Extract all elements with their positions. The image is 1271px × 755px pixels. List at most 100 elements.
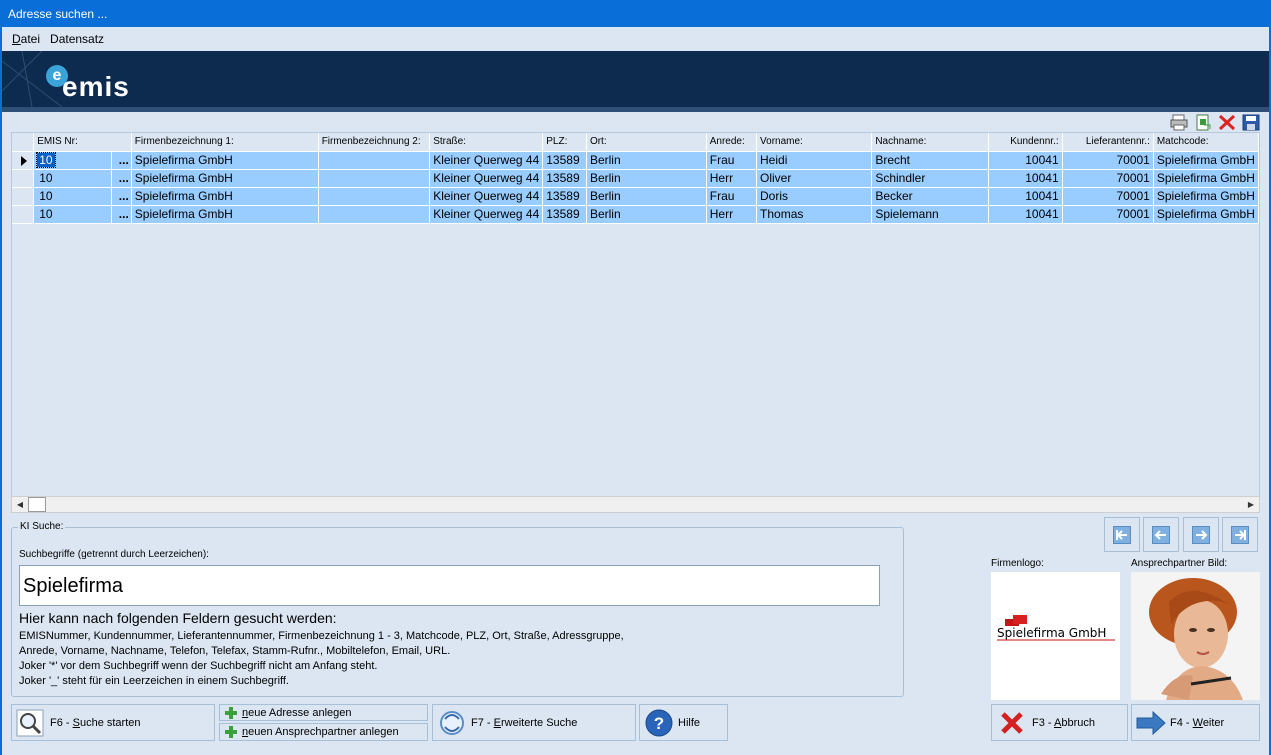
cell-ellipsis-button[interactable]: ...	[111, 187, 132, 206]
hilfe-button[interactable]: ? Hilfe	[639, 704, 728, 741]
cell-emis[interactable]: 10	[33, 205, 113, 224]
cell-ort[interactable]: Berlin	[586, 205, 707, 224]
export-icon[interactable]	[1192, 113, 1213, 132]
table-row[interactable]: 10 ... Spielefirma GmbH Kleiner Querweg …	[12, 205, 1259, 224]
nav-next-button[interactable]	[1183, 517, 1219, 552]
cell-kundennr[interactable]: 10041	[988, 169, 1063, 188]
neue-adresse-anlegen-button[interactable]: neue Adresse anlegen	[219, 704, 428, 721]
nav-last-button[interactable]	[1222, 517, 1258, 552]
col-header-vorname[interactable]: Vorname:	[756, 133, 873, 152]
print-icon[interactable]	[1168, 113, 1189, 132]
cell-strasse[interactable]: Kleiner Querweg 44	[429, 151, 544, 170]
col-header-nachname[interactable]: Nachname:	[871, 133, 990, 152]
col-header-matchcode[interactable]: Matchcode:	[1153, 133, 1259, 152]
cell-emis[interactable]: 10	[33, 169, 113, 188]
cell-firma2[interactable]	[318, 169, 431, 188]
cell-vorname[interactable]: Heidi	[756, 151, 873, 170]
cell-nachname[interactable]: Schindler	[871, 169, 990, 188]
cell-emis[interactable]: 10	[33, 151, 113, 170]
cell-firma2[interactable]	[318, 205, 431, 224]
col-header-lieferantennr[interactable]: Lieferantennr.:	[1062, 133, 1154, 152]
col-header-anrede[interactable]: Anrede:	[706, 133, 758, 152]
cell-plz[interactable]: 13589	[542, 151, 587, 170]
cell-matchcode[interactable]: Spielefirma GmbH	[1153, 187, 1259, 206]
cell-strasse[interactable]: Kleiner Querweg 44	[429, 187, 544, 206]
cell-matchcode[interactable]: Spielefirma GmbH	[1153, 169, 1259, 188]
row-selector[interactable]	[12, 187, 35, 206]
cell-nachname[interactable]: Spielemann	[871, 205, 990, 224]
cell-vorname[interactable]: Thomas	[756, 205, 873, 224]
weiter-button[interactable]: F4 - Weiter	[1131, 704, 1260, 741]
cell-emis[interactable]: 10	[33, 187, 113, 206]
cell-ellipsis-button[interactable]: ...	[111, 205, 132, 224]
address-grid[interactable]: EMIS Nr: Firmenbezeichnung 1: Firmenbeze…	[11, 132, 1260, 513]
cell-ort[interactable]: Berlin	[586, 187, 707, 206]
cell-strasse[interactable]: Kleiner Querweg 44	[429, 205, 544, 224]
cell-plz[interactable]: 13589	[542, 187, 587, 206]
row-selector[interactable]	[12, 205, 35, 224]
neuen-ansprechpartner-anlegen-button[interactable]: neuen Ansprechpartner anlegen	[219, 723, 428, 741]
menu-datensatz[interactable]: Datensatz	[50, 32, 104, 46]
cell-nachname[interactable]: Becker	[871, 187, 990, 206]
nav-first-button[interactable]	[1104, 517, 1140, 552]
cell-kundennr[interactable]: 10041	[988, 187, 1063, 206]
col-header-ort[interactable]: Ort:	[586, 133, 707, 152]
cell-anrede[interactable]: Herr	[706, 205, 758, 224]
abbruch-button[interactable]: F3 - Abbruch	[991, 704, 1128, 741]
erweiterte-suche-button[interactable]: F7 - Erweiterte Suche	[432, 704, 636, 741]
cell-anrede[interactable]: Frau	[706, 151, 758, 170]
table-row[interactable]: 10 ... Spielefirma GmbH Kleiner Querweg …	[12, 151, 1259, 170]
row-selector[interactable]	[12, 151, 35, 170]
cell-anrede[interactable]: Herr	[706, 169, 758, 188]
cell-matchcode[interactable]: Spielefirma GmbH	[1153, 205, 1259, 224]
scroll-thumb[interactable]	[28, 497, 46, 512]
cell-vorname[interactable]: Oliver	[756, 169, 873, 188]
menu-datei[interactable]: Datei	[12, 32, 40, 46]
col-header-firma1[interactable]: Firmenbezeichnung 1:	[131, 133, 319, 152]
ki-suche-legend: KI Suche:	[18, 521, 66, 532]
grid-horizontal-scrollbar[interactable]: ◀ ▶	[11, 496, 1260, 513]
cell-lieferantennr[interactable]: 70001	[1062, 187, 1154, 206]
scroll-left-icon[interactable]: ◀	[12, 497, 28, 512]
save-icon[interactable]	[1240, 113, 1261, 132]
cell-vorname[interactable]: Doris	[756, 187, 873, 206]
cell-ort[interactable]: Berlin	[586, 151, 707, 170]
cell-lieferantennr[interactable]: 70001	[1062, 205, 1154, 224]
suchbegriffe-input[interactable]: Spielefirma	[19, 565, 880, 606]
nav-prev-button[interactable]	[1143, 517, 1179, 552]
cell-firma1[interactable]: Spielefirma GmbH	[131, 205, 319, 224]
cell-lieferantennr[interactable]: 70001	[1062, 169, 1154, 188]
col-header-kundennr[interactable]: Kundennr.:	[988, 133, 1063, 152]
cell-anrede[interactable]: Frau	[706, 187, 758, 206]
cell-kundennr[interactable]: 10041	[988, 151, 1063, 170]
col-header-emis[interactable]: EMIS Nr:	[33, 133, 132, 152]
cell-firma2[interactable]	[318, 187, 431, 206]
cell-firma1[interactable]: Spielefirma GmbH	[131, 187, 319, 206]
col-header-plz[interactable]: PLZ:	[542, 133, 587, 152]
cell-ellipsis-button[interactable]: ...	[111, 169, 132, 188]
delete-icon[interactable]	[1216, 113, 1237, 132]
ansprechpartner-photo[interactable]	[1131, 572, 1260, 700]
search-help-line: Joker '_' steht für ein Leerzeichen in e…	[19, 675, 289, 687]
cell-kundennr[interactable]: 10041	[988, 205, 1063, 224]
cell-ort[interactable]: Berlin	[586, 169, 707, 188]
cell-ellipsis-button[interactable]: ...	[111, 151, 132, 170]
scroll-right-icon[interactable]: ▶	[1243, 497, 1259, 512]
cell-plz[interactable]: 13589	[542, 205, 587, 224]
table-row[interactable]: 10 ... Spielefirma GmbH Kleiner Querweg …	[12, 169, 1259, 188]
cell-matchcode[interactable]: Spielefirma GmbH	[1153, 151, 1259, 170]
cell-firma2[interactable]	[318, 151, 431, 170]
cell-nachname[interactable]: Brecht	[871, 151, 990, 170]
suche-starten-button[interactable]: F6 - Suche starten	[11, 704, 215, 741]
search-help-text: EMISNummer, Kundennummer, Lieferantennum…	[19, 629, 899, 689]
cell-plz[interactable]: 13589	[542, 169, 587, 188]
cell-strasse[interactable]: Kleiner Querweg 44	[429, 169, 544, 188]
cell-firma1[interactable]: Spielefirma GmbH	[131, 169, 319, 188]
cell-firma1[interactable]: Spielefirma GmbH	[131, 151, 319, 170]
col-header-strasse[interactable]: Straße:	[429, 133, 544, 152]
cell-lieferantennr[interactable]: 70001	[1062, 151, 1154, 170]
firmenlogo-image[interactable]: Spielefirma GmbH	[991, 572, 1120, 700]
row-selector[interactable]	[12, 169, 35, 188]
col-header-firma2[interactable]: Firmenbezeichnung 2:	[318, 133, 431, 152]
table-row[interactable]: 10 ... Spielefirma GmbH Kleiner Querweg …	[12, 187, 1259, 206]
